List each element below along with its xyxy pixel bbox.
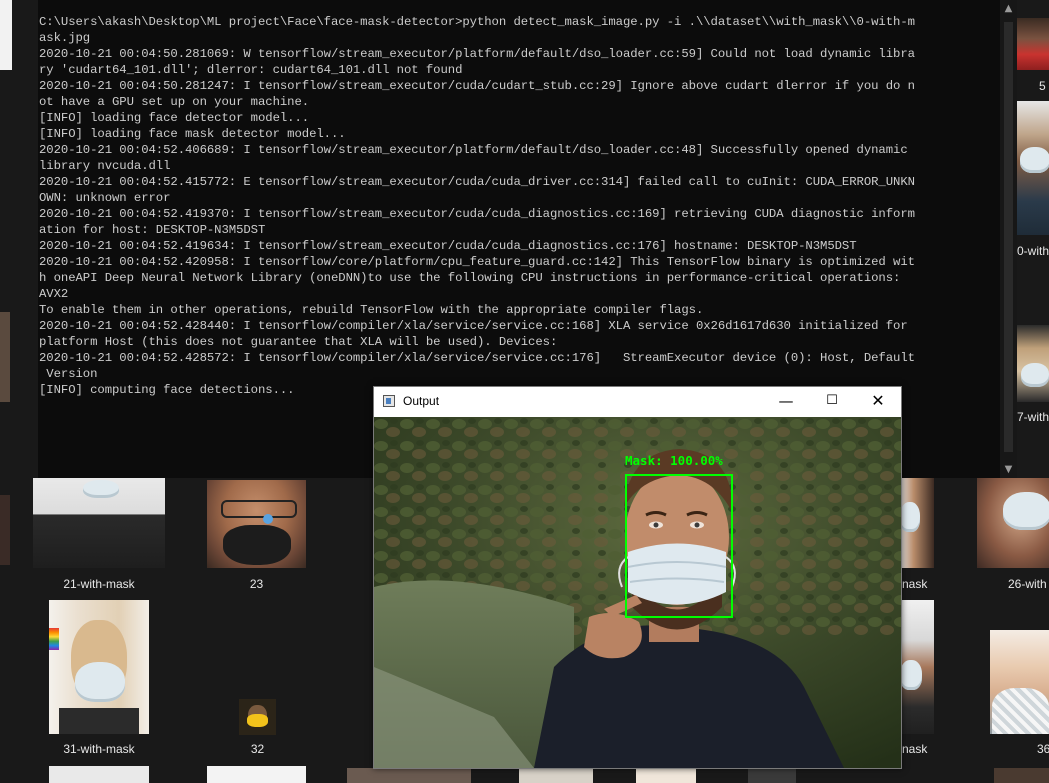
thumbnail-image — [207, 766, 306, 783]
thumbnail-label: 5 — [1039, 79, 1046, 93]
maximize-button[interactable]: ☐ — [809, 387, 855, 417]
cursor-dot — [263, 514, 273, 524]
console-line: 2020-10-21 00:04:52.419370: I tensorflow… — [39, 207, 915, 221]
console-line: 2020-10-21 00:04:52.428572: I tensorflow… — [39, 351, 915, 365]
thumbnail[interactable] — [49, 766, 149, 783]
thumbnail[interactable] — [347, 768, 471, 783]
console-line: ask.jpg — [39, 31, 91, 45]
console-line: ry 'cudart64_101.dll'; dlerror: cudart64… — [39, 63, 463, 77]
face-mask-shape — [1020, 147, 1049, 173]
thumbnail-image — [0, 0, 12, 70]
thumbnail-21-with-mask[interactable] — [33, 478, 165, 568]
glasses-shape — [221, 500, 297, 518]
thumbnail-label: 7-with — [1017, 410, 1049, 424]
thumbnail-label: 31-with-mask — [63, 742, 135, 756]
thumbnail-image — [0, 312, 10, 402]
thumbnail-label: 32 — [250, 742, 265, 756]
thumbnail-7-with-mask[interactable] — [1017, 325, 1049, 402]
thumbnail-image — [0, 495, 10, 565]
face-mask-shape — [75, 662, 125, 702]
thumbnail-image — [519, 768, 593, 783]
thumbnail[interactable] — [636, 768, 696, 783]
console-line: Version — [39, 367, 98, 381]
face-mask-shape — [223, 525, 291, 565]
window-title: Output — [403, 394, 440, 408]
console-line: 2020-10-21 00:04:52.415772: E tensorflow… — [39, 175, 915, 189]
thumbnail-label: 0-with — [1017, 244, 1049, 258]
detection-bounding-box — [625, 474, 733, 618]
console-line: To enable them in other operations, rebu… — [39, 303, 704, 317]
thumbnail[interactable] — [994, 768, 1049, 783]
thumbnail-36[interactable] — [990, 630, 1049, 734]
thumbnail-image — [748, 768, 796, 783]
face-mask-shape — [1021, 363, 1049, 387]
thumbnail[interactable] — [207, 766, 306, 783]
face-mask-shape — [992, 688, 1049, 734]
thumbnail-0-with-mask[interactable] — [1017, 101, 1049, 235]
scroll-up-icon[interactable]: ▲ — [1000, 0, 1017, 17]
thumbnail-image — [347, 768, 471, 783]
console-line: 2020-10-21 00:04:52.406689: I tensorflow… — [39, 143, 908, 157]
thumbnail[interactable] — [0, 0, 12, 70]
window-app-icon — [383, 395, 395, 407]
console-line: OWN: unknown error — [39, 191, 171, 205]
thumbnail-5[interactable] — [1017, 18, 1049, 70]
console-line: [INFO] loading face mask detector model.… — [39, 127, 346, 141]
scrollbar-thumb[interactable] — [1004, 22, 1013, 452]
thumbnail-label: 21-with-mask — [63, 577, 135, 591]
console-line: 2020-10-21 00:04:52.419634: I tensorflow… — [39, 239, 857, 253]
thumbnail-mask-a[interactable] — [900, 478, 934, 568]
console-line: ot have a GPU set up on your machine. — [39, 95, 310, 109]
console-line: C:\Users\akash\Desktop\ML project\Face\f… — [39, 15, 915, 29]
minimize-button[interactable]: — — [763, 387, 809, 417]
thumbnail[interactable] — [519, 768, 593, 783]
thumbnail-label: 26-with — [1008, 577, 1047, 591]
console-line: 2020-10-21 00:04:52.420958: I tensorflow… — [39, 255, 915, 269]
thumbnail-label: nask — [902, 577, 928, 591]
face-mask-shape — [83, 480, 119, 498]
console-line: 2020-10-21 00:04:50.281069: W tensorflow… — [39, 47, 915, 61]
scroll-down-icon[interactable]: ▼ — [1000, 461, 1017, 478]
thumbnail-image — [994, 768, 1049, 783]
thumbnail-label: nask — [902, 742, 928, 756]
console-line: library nvcuda.dll — [39, 159, 171, 173]
console-line: 2020-10-21 00:04:52.428440: I tensorflow… — [39, 319, 908, 333]
face-mask-shape — [900, 502, 920, 532]
console-line: AVX2 — [39, 287, 69, 301]
shirt-shape — [59, 708, 139, 734]
thumbnail-image — [49, 766, 149, 783]
face-mask-shape — [1003, 492, 1049, 530]
console-line: h oneAPI Deep Neural Network Library (on… — [39, 271, 901, 285]
console-scrollbar[interactable]: ▲ ▼ — [1000, 0, 1017, 478]
thumbnail-26-with-mask[interactable] — [977, 478, 1049, 568]
console-line: platform Host (this does not guarantee t… — [39, 335, 558, 349]
face-mask-shape — [900, 660, 922, 690]
console-output[interactable]: C:\Users\akash\Desktop\ML project\Face\f… — [39, 14, 999, 398]
detection-label: Mask: 100.00% — [625, 453, 723, 468]
console-line: [INFO] loading face detector model... — [39, 111, 310, 125]
close-button[interactable]: ✕ — [855, 387, 901, 417]
title-bar[interactable]: Output — ☐ ✕ — [374, 387, 901, 417]
face-mask-shape — [247, 714, 268, 727]
thumbnail[interactable] — [0, 312, 10, 402]
thumbnail-23[interactable] — [207, 480, 306, 568]
thumbnail-label: 23 — [249, 577, 264, 591]
thumbnail-label: 36 — [1037, 742, 1049, 756]
console-line: 2020-10-21 00:04:50.281247: I tensorflow… — [39, 79, 915, 93]
detection-image: Mask: 100.00% — [374, 417, 901, 768]
thumbnail[interactable] — [748, 768, 796, 783]
thumbnail-image — [636, 768, 696, 783]
rainbow-flag-shape — [49, 628, 59, 650]
thumbnail-31-with-mask[interactable] — [49, 600, 149, 734]
thumbnail[interactable] — [0, 495, 10, 565]
console-line: [INFO] computing face detections... — [39, 383, 295, 397]
thumbnail-image — [1017, 18, 1049, 70]
output-window[interactable]: Output — ☐ ✕ Mask: 100.00% — [373, 386, 902, 769]
console-line: ation for host: DESKTOP-N3M5DST — [39, 223, 266, 237]
thumbnail-32[interactable] — [239, 699, 276, 735]
thumbnail-mask-b[interactable] — [900, 600, 934, 734]
